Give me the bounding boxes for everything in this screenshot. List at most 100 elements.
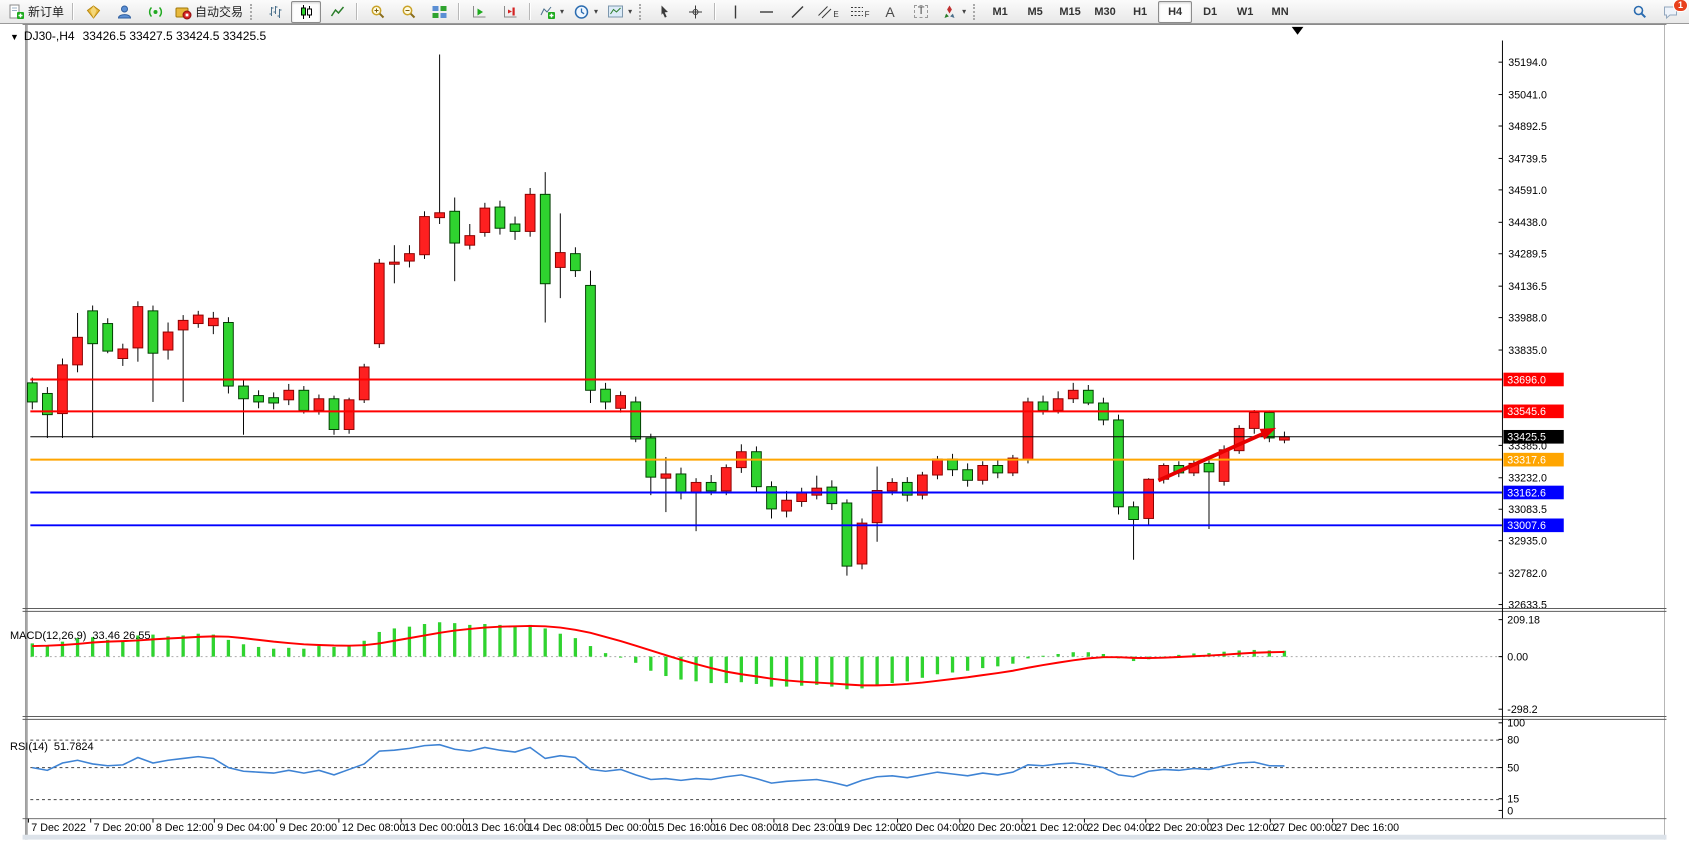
line-chart-icon — [329, 4, 346, 20]
svg-text:15: 15 — [1507, 794, 1519, 806]
crosshair-tool-button[interactable] — [680, 1, 710, 23]
chart-shift-button[interactable] — [464, 1, 494, 23]
svg-text:32935.0: 32935.0 — [1508, 536, 1547, 548]
trendline-icon — [789, 4, 806, 20]
collapse-icon[interactable]: ▼ — [10, 32, 19, 42]
indicators-button[interactable]: ▾ — [535, 1, 568, 23]
cursor-tool-button[interactable] — [649, 1, 679, 23]
horizontal-line-icon — [758, 4, 775, 20]
tile-windows-button[interactable] — [424, 1, 454, 23]
zoom-out-icon — [400, 4, 417, 20]
market-button[interactable] — [78, 1, 108, 23]
chart-surface[interactable] — [30, 41, 1502, 606]
periods-button[interactable]: ▾ — [569, 1, 602, 23]
svg-text:34438.0: 34438.0 — [1508, 217, 1547, 229]
candlestick-chart-button[interactable] — [291, 1, 321, 23]
arrows-tool-button[interactable]: ▾ — [937, 1, 970, 23]
signals-button[interactable] — [140, 1, 170, 23]
tf-m1-button[interactable]: M1 — [983, 1, 1017, 23]
svg-text:100: 100 — [1507, 718, 1525, 730]
tf-w1-button[interactable]: W1 — [1228, 1, 1262, 23]
svg-text:16 Dec 08:00: 16 Dec 08:00 — [715, 822, 779, 834]
tf-h1-button[interactable]: H1 — [1123, 1, 1157, 23]
svg-text:33988.0: 33988.0 — [1508, 313, 1547, 325]
svg-text:8 Dec 12:00: 8 Dec 12:00 — [156, 822, 214, 834]
svg-text:15 Dec 00:00: 15 Dec 00:00 — [590, 822, 654, 834]
fibonacci-tool-button[interactable]: F — [844, 1, 874, 23]
tf-mn-button[interactable]: MN — [1263, 1, 1297, 23]
text-tool-button[interactable]: A — [875, 1, 905, 23]
chevron-down-icon: ▾ — [560, 7, 564, 16]
svg-text:33083.5: 33083.5 — [1508, 504, 1547, 516]
text-label-tool-button[interactable]: T — [906, 1, 936, 23]
svg-text:21 Dec 12:00: 21 Dec 12:00 — [1025, 822, 1089, 834]
autotrading-icon — [175, 4, 192, 20]
autotrading-button[interactable]: 自动交易 — [171, 1, 247, 23]
templates-button[interactable]: ▾ — [603, 1, 636, 23]
tf-d1-button[interactable]: D1 — [1193, 1, 1227, 23]
svg-text:32633.5: 32633.5 — [1508, 599, 1547, 611]
macd-indicator-name: MACD(12,26,9) — [10, 630, 86, 642]
auto-scroll-button[interactable] — [495, 1, 525, 23]
macd-panel-label: MACD(12,26,9) 33.46 26.55 — [10, 630, 157, 642]
tf-m30-button[interactable]: M30 — [1088, 1, 1122, 23]
svg-text:33007.6: 33007.6 — [1507, 520, 1546, 532]
channel-tool-button[interactable]: E — [813, 1, 843, 23]
svg-text:209.18: 209.18 — [1507, 615, 1540, 627]
new-order-button[interactable]: 新订单 — [4, 1, 68, 23]
time-axis[interactable]: 7 Dec 20227 Dec 20:008 Dec 12:009 Dec 04… — [23, 819, 1667, 834]
macd-signal-line — [32, 626, 1284, 685]
chart-window: 33696.033545.633425.533317.633162.633007… — [0, 24, 1689, 861]
trendline-tool-button[interactable] — [782, 1, 812, 23]
auto-scroll-icon — [502, 4, 519, 20]
tile-windows-icon — [431, 4, 448, 20]
chart-shift-marker[interactable] — [1292, 27, 1304, 35]
tf-h4-button[interactable]: H4 — [1158, 1, 1192, 23]
bar-chart-button[interactable] — [260, 1, 290, 23]
separator — [529, 3, 531, 20]
toolbar: 新订单 自动交易 — [0, 0, 1689, 24]
svg-text:18 Dec 23:00: 18 Dec 23:00 — [777, 822, 841, 834]
svg-text:33696.0: 33696.0 — [1507, 374, 1546, 386]
tf-m5-button[interactable]: M5 — [1018, 1, 1052, 23]
svg-text:20 Dec 04:00: 20 Dec 04:00 — [900, 822, 964, 834]
chevron-down-icon: ▾ — [962, 7, 966, 16]
vertical-line-tool-button[interactable] — [720, 1, 750, 23]
fibonacci-icon — [849, 4, 866, 20]
vertical-line-icon — [727, 4, 744, 20]
zoom-out-button[interactable] — [393, 1, 423, 23]
svg-text:33162.6: 33162.6 — [1507, 487, 1546, 499]
svg-text:9 Dec 04:00: 9 Dec 04:00 — [217, 822, 275, 834]
svg-text:35194.0: 35194.0 — [1508, 57, 1547, 69]
svg-text:14 Dec 08:00: 14 Dec 08:00 — [528, 822, 592, 834]
channel-icon — [817, 4, 834, 20]
svg-text:13 Dec 16:00: 13 Dec 16:00 — [466, 822, 530, 834]
bar-chart-icon — [267, 4, 284, 20]
shapes-icon — [941, 4, 958, 20]
chart-canvas[interactable]: 33696.033545.633425.533317.633162.633007… — [0, 24, 1689, 861]
svg-text:33385.0: 33385.0 — [1508, 440, 1547, 452]
notifications-button[interactable]: 1 — [1655, 1, 1685, 23]
macd-indicator-values: 33.46 26.55 — [92, 630, 150, 642]
svg-text:9 Dec 20:00: 9 Dec 20:00 — [280, 822, 338, 834]
toolbar-grip — [250, 4, 255, 20]
svg-text:0: 0 — [1507, 805, 1513, 817]
line-chart-button[interactable] — [322, 1, 352, 23]
search-icon — [1631, 4, 1648, 20]
tf-m15-button[interactable]: M15 — [1053, 1, 1087, 23]
separator — [72, 3, 74, 20]
status-strip — [23, 835, 1667, 840]
svg-text:20 Dec 20:00: 20 Dec 20:00 — [963, 822, 1027, 834]
community-button[interactable] — [109, 1, 139, 23]
macd-panel: 209.180.00-298.2 — [30, 615, 1540, 717]
text-label-icon: T — [914, 5, 929, 18]
gem-icon — [85, 4, 102, 20]
svg-text:34591.0: 34591.0 — [1508, 185, 1547, 197]
search-button[interactable] — [1624, 1, 1654, 23]
zoom-in-button[interactable] — [362, 1, 392, 23]
svg-text:7 Dec 2022: 7 Dec 2022 — [31, 822, 86, 834]
fibo-tag: F — [865, 10, 870, 19]
candlestick-chart-icon — [298, 4, 315, 20]
horizontal-line-tool-button[interactable] — [751, 1, 781, 23]
svg-text:22 Dec 20:00: 22 Dec 20:00 — [1149, 822, 1213, 834]
